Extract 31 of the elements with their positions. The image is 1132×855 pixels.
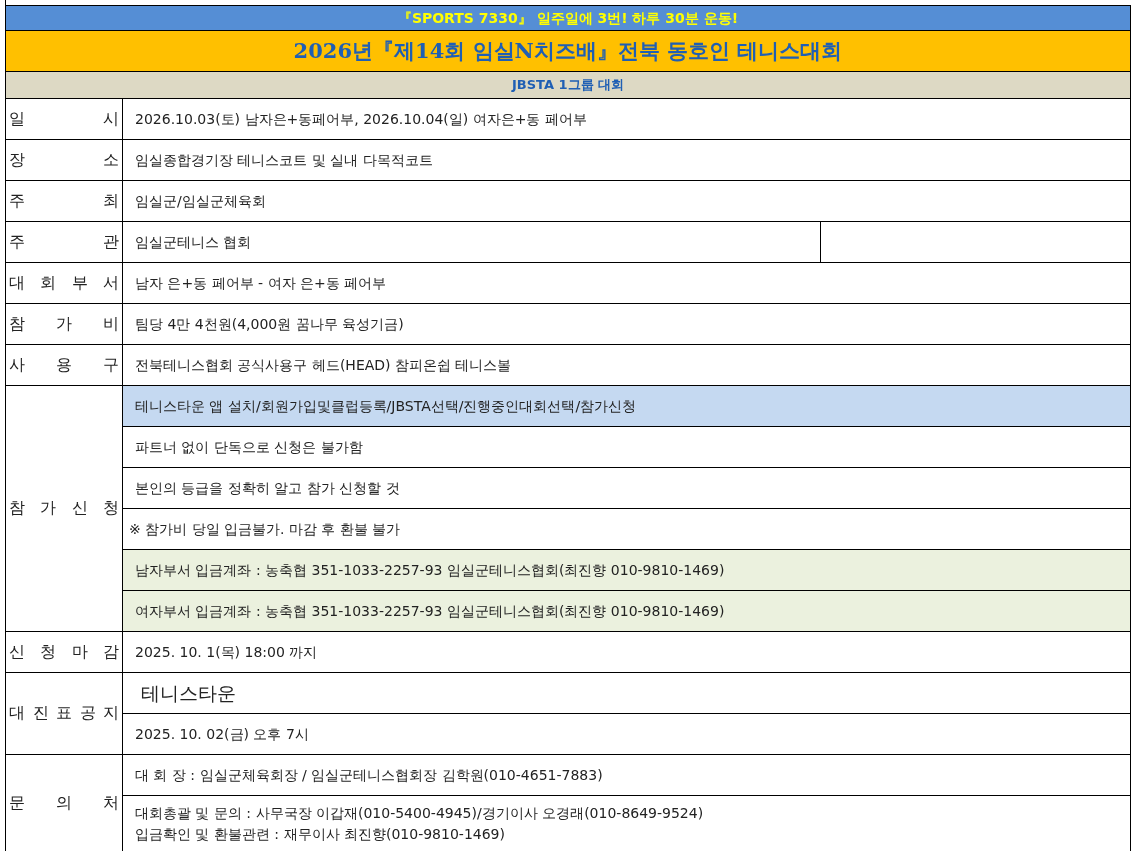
value-cell: 2026.10.03(토) 남자은+동페어부, 2026.10.04(일) 여자은+동 페어부 [123, 99, 1131, 139]
label-cell: 대 진 표 공 지 [6, 673, 123, 754]
value-cell: 전북테니스협회 공식사용구 헤드(HEAD) 참피온쉽 테니스볼 [123, 345, 1131, 385]
value-cell: 여자부서 입금계좌 : 농축협 351-1033-2257-93 임실군테니스협회(최진향 010-9810-1469) [123, 591, 1131, 631]
value-cell: ※ 참가비 당일 입금불가. 마감 후 환불 불가 [123, 509, 1131, 549]
value-cell: 파트너 없이 단독으로 신청은 불가함 [123, 427, 1131, 467]
value-cell: 남자 은+동 페어부 - 여자 은+동 페어부 [123, 263, 1131, 303]
title-cell: 2026년『제14회 임실N치즈배』전북 동호인 테니스대회 [6, 30, 1131, 71]
label-cell: 참 가 비 [6, 304, 123, 344]
value-cell: 대회총괄 및 문의 : 사무국장 이갑재(010-5400-4945)/경기이사 오경래(010-8649-9524) 입금확인 및 환불관련 : 재무이사 최진향(010-9810-1469) [123, 796, 1131, 851]
label-cell: 주 최 [6, 181, 123, 221]
value-cell: 2025. 10. 1(목) 18:00 까지 [123, 632, 1131, 672]
label-cell: 대 회 부 서 [6, 263, 123, 303]
value-cell: 테니스타운 앱 설치/회원가입및클럽등록/JBSTA선택/진행중인대회선택/참가신청 [123, 386, 1131, 426]
value-cell: 테니스타운 [123, 673, 1131, 713]
value-cell: 임실군테니스 협회 [123, 222, 821, 262]
value-cell: 2025. 10. 02(금) 오후 7시 [123, 714, 1131, 754]
banner-cell: 『SPORTS 7330』 일주일에 3번! 하루 30분 운동! [6, 5, 1131, 30]
label-cell: 사 용 구 [6, 345, 123, 385]
value-cell: 팀당 4만 4천원(4,000원 꿈나무 육성기금) [123, 304, 1131, 344]
value-cell: 임실종합경기장 테니스코트 및 실내 다목적코트 [123, 140, 1131, 180]
value-cell: 남자부서 입금계좌 : 농축협 351-1033-2257-93 임실군테니스협회(최진향 010-9810-1469) [123, 550, 1131, 590]
label-cell: 문 의 처 [6, 755, 123, 851]
value-cell: 본인의 등급을 정확히 알고 참가 신청할 것 [123, 468, 1131, 508]
value-cell: 대 회 장 : 임실군체육회장 / 임실군테니스협회장 김학원(010-4651-7883) [123, 755, 1131, 795]
value-cell: 임실군/임실군체육회 [123, 181, 1131, 221]
label-cell: 신 청 마 감 [6, 632, 123, 672]
label-cell: 일 시 [6, 99, 123, 139]
subtitle-cell: JBSTA 1그룹 대회 [6, 71, 1131, 98]
label-cell: 주 관 [6, 222, 123, 262]
label-cell: 장 소 [6, 140, 123, 180]
